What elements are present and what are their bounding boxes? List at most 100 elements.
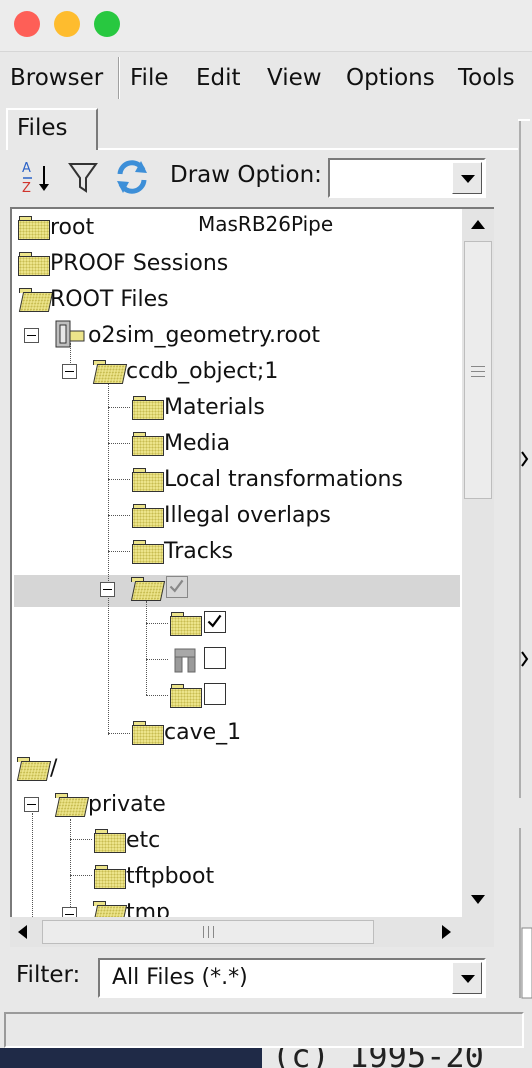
- filter-combobox[interactable]: All Files (*.*): [98, 958, 486, 998]
- splitter-arrow-icon: [521, 651, 529, 667]
- tree-vertical-scrollbar[interactable]: [462, 209, 494, 917]
- child-visibility-checkbox[interactable]: [204, 647, 226, 669]
- draw-option-dropdown-button[interactable]: [452, 162, 482, 194]
- tree-line: [146, 601, 147, 695]
- tree-item-filesystem-root[interactable]: /: [50, 752, 57, 786]
- folder-icon: [170, 612, 202, 636]
- folder-icon: [94, 829, 126, 853]
- scroll-right-arrow-icon[interactable]: [442, 925, 451, 939]
- filter-icon[interactable]: [68, 158, 98, 196]
- folder-icon: [132, 540, 164, 564]
- filter-label: Filter:: [16, 962, 81, 988]
- tab-files[interactable]: Files: [6, 108, 98, 150]
- tree-item-root[interactable]: root: [50, 211, 94, 245]
- check-icon: [207, 614, 222, 628]
- folder-icon: [132, 396, 164, 420]
- child-visibility-checkbox[interactable]: [204, 683, 226, 705]
- tree-item-root-files[interactable]: ROOT Files: [50, 283, 169, 317]
- check-icon: [169, 579, 184, 593]
- menu-bar: Browser File Edit View Options Tools: [0, 53, 532, 101]
- folder-icon: [18, 252, 50, 276]
- background-window-strip: (c) 1995-20: [0, 1048, 532, 1068]
- tree-item-tmp[interactable]: tmp: [126, 896, 170, 917]
- collapse-toggle[interactable]: [24, 328, 39, 343]
- node-visibility-checkbox[interactable]: [166, 576, 188, 598]
- folder-icon: [170, 684, 202, 708]
- tree-horizontal-scrollbar[interactable]: [10, 917, 494, 947]
- collapse-toggle[interactable]: [62, 907, 77, 917]
- menu-file[interactable]: File: [130, 65, 169, 91]
- menu-edit[interactable]: Edit: [196, 65, 241, 91]
- splitter-arrow-icon: [521, 451, 529, 467]
- folder-icon: [94, 865, 126, 889]
- tree-item-proof-sessions[interactable]: PROOF Sessions: [50, 247, 228, 281]
- tree-item-materials[interactable]: Materials: [164, 391, 265, 425]
- root-file-icon: [55, 320, 85, 348]
- file-tree[interactable]: MasRB26Pipe root PROOF Sessions ROOT Fil…: [10, 207, 494, 917]
- tree-line: [146, 695, 168, 696]
- collapse-toggle[interactable]: [24, 797, 39, 812]
- tooltip-overlay-text: MasRB26Pipe: [198, 212, 334, 236]
- child-visibility-checkbox[interactable]: [204, 611, 226, 633]
- tree-item-private[interactable]: private: [88, 788, 166, 822]
- folder-icon: [132, 721, 164, 745]
- menu-browser[interactable]: Browser: [10, 65, 103, 91]
- folder-icon: [18, 216, 50, 240]
- open-folder-icon: [18, 288, 54, 312]
- open-folder-icon: [16, 757, 52, 781]
- menu-tools[interactable]: Tools: [458, 65, 515, 91]
- refresh-icon[interactable]: [114, 158, 150, 196]
- open-folder-icon: [54, 793, 90, 817]
- tab-files-label: Files: [17, 115, 68, 141]
- tree-line: [70, 839, 92, 840]
- tree-item-local-transformations[interactable]: Local transformations: [164, 463, 403, 497]
- folder-icon: [132, 432, 164, 456]
- filter-value: All Files (*.*): [112, 965, 248, 990]
- maximize-window-button[interactable]: [94, 11, 120, 37]
- tree-item-cave[interactable]: cave_1: [164, 716, 241, 750]
- open-folder-icon: [130, 577, 166, 601]
- collapse-toggle[interactable]: [100, 582, 115, 597]
- tree-item-tracks[interactable]: Tracks: [164, 535, 233, 569]
- tree-line: [108, 733, 130, 734]
- tree-line: [108, 407, 130, 408]
- background-window-text: (c) 1995-20: [262, 1048, 532, 1068]
- volume-icon: [174, 648, 196, 673]
- scroll-down-arrow-icon[interactable]: [471, 895, 485, 904]
- tree-item-media[interactable]: Media: [164, 427, 230, 461]
- tree-item-geometry-file[interactable]: o2sim_geometry.root: [88, 319, 320, 353]
- svg-text:Z: Z: [22, 181, 31, 196]
- tab-divider: [98, 148, 518, 150]
- tree-line: [108, 443, 130, 444]
- tree-line: [146, 659, 168, 660]
- tree-line: [108, 479, 130, 480]
- sort-icon[interactable]: A Z: [20, 158, 52, 196]
- minimize-window-button[interactable]: [54, 11, 80, 37]
- vertical-scroll-thumb[interactable]: [464, 241, 492, 499]
- draw-option-combobox[interactable]: [328, 158, 486, 198]
- tree-line: [32, 813, 33, 917]
- close-window-button[interactable]: [14, 11, 40, 37]
- window-titlebar: [0, 0, 532, 52]
- tree-item-illegal-overlaps[interactable]: Illegal overlaps: [164, 499, 331, 533]
- tree-line: [108, 515, 130, 516]
- right-panel-edge: [518, 119, 532, 999]
- folder-icon: [132, 504, 164, 528]
- tree-line: [146, 623, 168, 624]
- scroll-up-arrow-icon[interactable]: [471, 220, 485, 229]
- tree-item-tftpboot[interactable]: tftpboot: [126, 860, 214, 894]
- folder-icon: [132, 468, 164, 492]
- horizontal-scroll-thumb[interactable]: [42, 920, 374, 944]
- tree-item-etc[interactable]: etc: [126, 824, 160, 858]
- selected-row-highlight: [14, 575, 460, 607]
- open-folder-icon: [92, 360, 128, 384]
- tree-line: [108, 379, 109, 735]
- status-bar: [4, 1012, 524, 1048]
- tree-line: [70, 819, 71, 917]
- menu-view[interactable]: View: [267, 65, 322, 91]
- scroll-left-arrow-icon[interactable]: [18, 925, 27, 939]
- filter-dropdown-button[interactable]: [452, 962, 482, 994]
- tree-item-ccdb-object[interactable]: ccdb_object;1: [126, 355, 278, 389]
- collapse-toggle[interactable]: [62, 364, 77, 379]
- menu-options[interactable]: Options: [346, 65, 435, 91]
